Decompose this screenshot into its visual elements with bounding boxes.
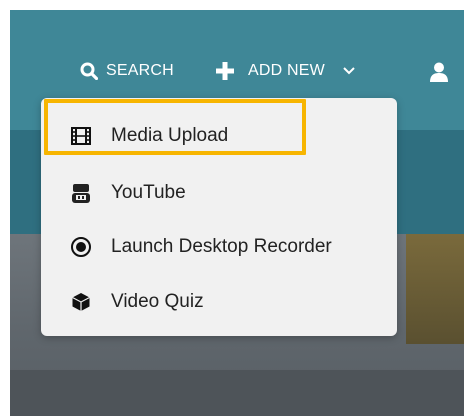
user-menu-button[interactable] — [430, 62, 448, 82]
record-icon — [71, 237, 91, 257]
app-frame: SEARCH ADD NEW Media Upload YouTube Laun… — [10, 10, 464, 416]
menu-item-label: Media Upload — [111, 125, 229, 146]
add-new-label: ADD NEW — [248, 62, 325, 79]
add-new-dropdown-menu: Media Upload YouTube Launch Desktop Reco… — [41, 98, 397, 336]
menu-item-youtube[interactable]: YouTube — [41, 165, 397, 221]
hero-background-bottom — [10, 370, 464, 416]
cube-icon — [71, 292, 91, 312]
search-icon — [80, 62, 98, 80]
search-label: SEARCH — [106, 62, 174, 79]
film-icon — [71, 126, 91, 146]
menu-item-label: Video Quiz — [111, 291, 204, 312]
menu-item-launch-desktop-recorder[interactable]: Launch Desktop Recorder — [41, 219, 397, 275]
menu-item-video-quiz[interactable]: Video Quiz — [41, 274, 397, 330]
youtube-icon — [71, 183, 91, 203]
menu-item-media-upload[interactable]: Media Upload — [41, 108, 397, 164]
hero-background-accent — [406, 234, 464, 344]
menu-item-label: Launch Desktop Recorder — [111, 236, 332, 257]
add-new-menu-button[interactable]: ADD NEW — [216, 62, 355, 80]
menu-item-label: YouTube — [111, 182, 186, 203]
user-icon — [430, 62, 448, 82]
search-button[interactable]: SEARCH — [80, 62, 174, 80]
plus-icon — [216, 62, 234, 80]
chevron-down-icon — [343, 67, 355, 75]
